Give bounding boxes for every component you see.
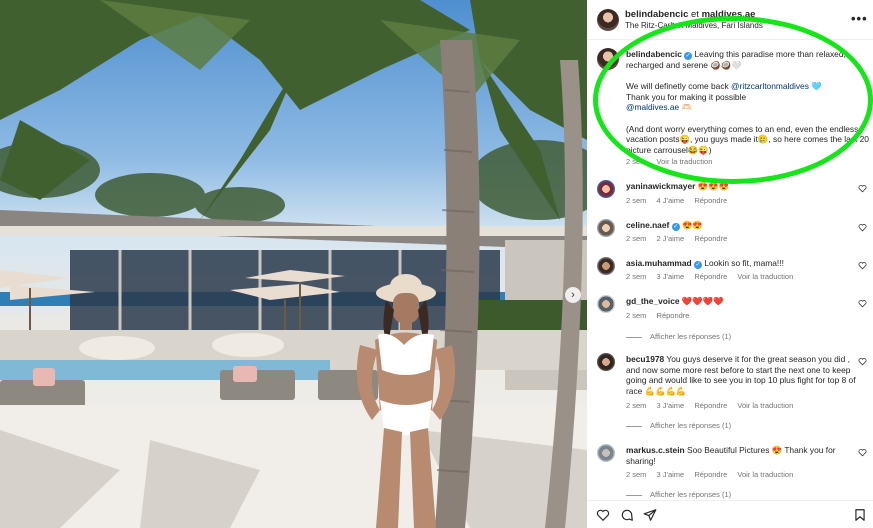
comment-reply-link[interactable]: Répondre [657, 311, 690, 320]
heart-icon[interactable] [596, 508, 610, 522]
post-location[interactable]: The Ritz-Carlton Maldives, Fari Islands [625, 21, 763, 30]
comment-text: celine.naef ✓ 😍😍 [626, 220, 858, 231]
comment-text: gd_the_voice ❤️❤️❤️❤️ [626, 296, 858, 307]
comment-like-heart-icon[interactable] [858, 448, 867, 457]
comment-meta: 2 sem 3 J'aime Répondre Voir la traducti… [626, 272, 801, 281]
comment-likes[interactable]: 2 J'aime [657, 234, 685, 243]
comment-time: 2 sem [626, 470, 647, 479]
caption-line-2-emoji: 🩵 [811, 81, 822, 92]
comment-body: ❤️❤️❤️❤️ [681, 296, 724, 306]
comment-reply-link[interactable]: Répondre [694, 272, 727, 281]
commenter-username[interactable]: asia.muhammad [626, 258, 692, 268]
commenter-username[interactable]: gd_the_voice [626, 296, 680, 306]
caption-time: 2 sem [626, 157, 647, 166]
commenter-username[interactable]: markus.c.stein [626, 445, 685, 455]
commenter-avatar[interactable] [597, 353, 615, 371]
mention-maldives[interactable]: @maldives.ae [626, 102, 679, 112]
more-options-button[interactable]: ••• [851, 11, 868, 26]
comment-translate-link[interactable]: Voir la traduction [737, 470, 793, 479]
caption-line-3: Thank you for making it possible [626, 91, 747, 102]
comment-text: asia.muhammad ✓ Lookin so fit, mama!!! [626, 258, 858, 269]
author-username[interactable]: belindabencic [625, 9, 688, 20]
caption-line-3-emoji: 🫶🏻 [681, 102, 692, 113]
comment-meta: 2 sem 4 J'aime Répondre [626, 196, 735, 205]
comment-likes[interactable]: 3 J'aime [657, 272, 685, 281]
post-side-panel: belindabencic et maldives.ae The Ritz-Ca… [587, 0, 873, 528]
carousel-next-button[interactable]: › [565, 287, 581, 303]
comment-reply-link[interactable]: Répondre [694, 470, 727, 479]
verified-badge-icon: ✓ [684, 52, 693, 60]
commenter-username[interactable]: celine.naef [626, 220, 669, 230]
comment-meta: 2 sem Répondre [626, 311, 697, 320]
comment-time: 2 sem [626, 196, 647, 205]
comment-text: markus.c.stein Soo Beautiful Pictures 😍 … [626, 445, 858, 466]
comment-body: 😍😍😍 [697, 181, 729, 191]
commenter-avatar[interactable] [597, 257, 615, 275]
bookmark-icon[interactable] [853, 508, 867, 522]
comment-reply-link[interactable]: Répondre [694, 234, 727, 243]
caption-line-2: We will definetly come back [626, 81, 729, 92]
comment-likes[interactable]: 4 J'aime [657, 196, 685, 205]
commenter-avatar[interactable] [597, 180, 615, 198]
comment-likes[interactable]: 3 J'aime [657, 470, 685, 479]
comment-meta: 2 sem 2 J'aime Répondre [626, 234, 735, 243]
comment-reply-link[interactable]: Répondre [694, 196, 727, 205]
share-icon[interactable] [643, 508, 657, 522]
commenter-username[interactable]: becu1978 [626, 354, 664, 364]
comment-time: 2 sem [626, 234, 647, 243]
coauthor-separator: et [691, 9, 699, 20]
comment-like-heart-icon[interactable] [858, 299, 867, 308]
mention-ritzcarlton[interactable]: @ritzcarltonmaldives [731, 81, 809, 91]
caption-text: belindabencic ✓ Leaving this paradise mo… [626, 49, 871, 155]
caption-translate-link[interactable]: Voir la traduction [657, 157, 713, 166]
comment-translate-link[interactable]: Voir la traduction [737, 272, 793, 281]
view-replies-button[interactable]: Afficher les réponses (1) [626, 421, 731, 430]
commenter-username[interactable]: yaninawickmayer [626, 181, 695, 191]
caption-line-4: (And dont worry everything comes to an e… [626, 123, 869, 155]
view-replies-label[interactable]: Afficher les réponses (1) [650, 490, 731, 499]
comment-like-heart-icon[interactable] [858, 261, 867, 270]
author-line: belindabencic et maldives.ae [625, 9, 755, 20]
caption-avatar[interactable] [597, 48, 619, 70]
comment-translate-link[interactable]: Voir la traduction [737, 401, 793, 410]
replies-divider [626, 336, 642, 338]
post-header: belindabencic et maldives.ae The Ritz-Ca… [587, 0, 873, 40]
view-replies-label[interactable]: Afficher les réponses (1) [650, 421, 731, 430]
post-action-bar [587, 500, 873, 528]
replies-divider [626, 494, 642, 496]
comment-text: becu1978 You guys deserve it for the gre… [626, 354, 858, 396]
comment-text: yaninawickmayer 😍😍😍 [626, 181, 858, 192]
verified-badge-icon: ✓ [671, 223, 680, 231]
commenter-avatar[interactable] [597, 295, 615, 313]
view-replies-label[interactable]: Afficher les réponses (1) [650, 332, 731, 341]
comment-meta: 2 sem 3 J'aime Répondre Voir la traducti… [626, 470, 801, 479]
view-replies-button[interactable]: Afficher les réponses (1) [626, 490, 731, 499]
comment-icon[interactable] [620, 508, 634, 522]
comment-time: 2 sem [626, 272, 647, 281]
comment-time: 2 sem [626, 401, 647, 410]
replies-divider [626, 425, 642, 427]
caption-meta: 2 sem Voir la traduction [626, 157, 720, 166]
comment-likes[interactable]: 3 J'aime [657, 401, 685, 410]
caption-username[interactable]: belindabencic [626, 49, 682, 59]
beach-scene-image [0, 0, 587, 528]
comment-body: Lookin so fit, mama!!! [704, 258, 784, 268]
commenter-avatar[interactable] [597, 219, 615, 237]
post-photo: › [0, 0, 587, 528]
view-replies-button[interactable]: Afficher les réponses (1) [626, 332, 731, 341]
verified-badge-icon: ✓ [693, 261, 702, 269]
author-avatar[interactable] [597, 9, 619, 31]
comment-body: 😍😍 [681, 220, 703, 230]
comment-meta: 2 sem 3 J'aime Répondre Voir la traducti… [626, 401, 801, 410]
comment-like-heart-icon[interactable] [858, 223, 867, 232]
comment-like-heart-icon[interactable] [858, 357, 867, 366]
comment-time: 2 sem [626, 311, 647, 320]
coauthor-username[interactable]: maldives.ae [702, 9, 756, 20]
comment-like-heart-icon[interactable] [858, 184, 867, 193]
commenter-avatar[interactable] [597, 444, 615, 462]
comment-reply-link[interactable]: Répondre [694, 401, 727, 410]
